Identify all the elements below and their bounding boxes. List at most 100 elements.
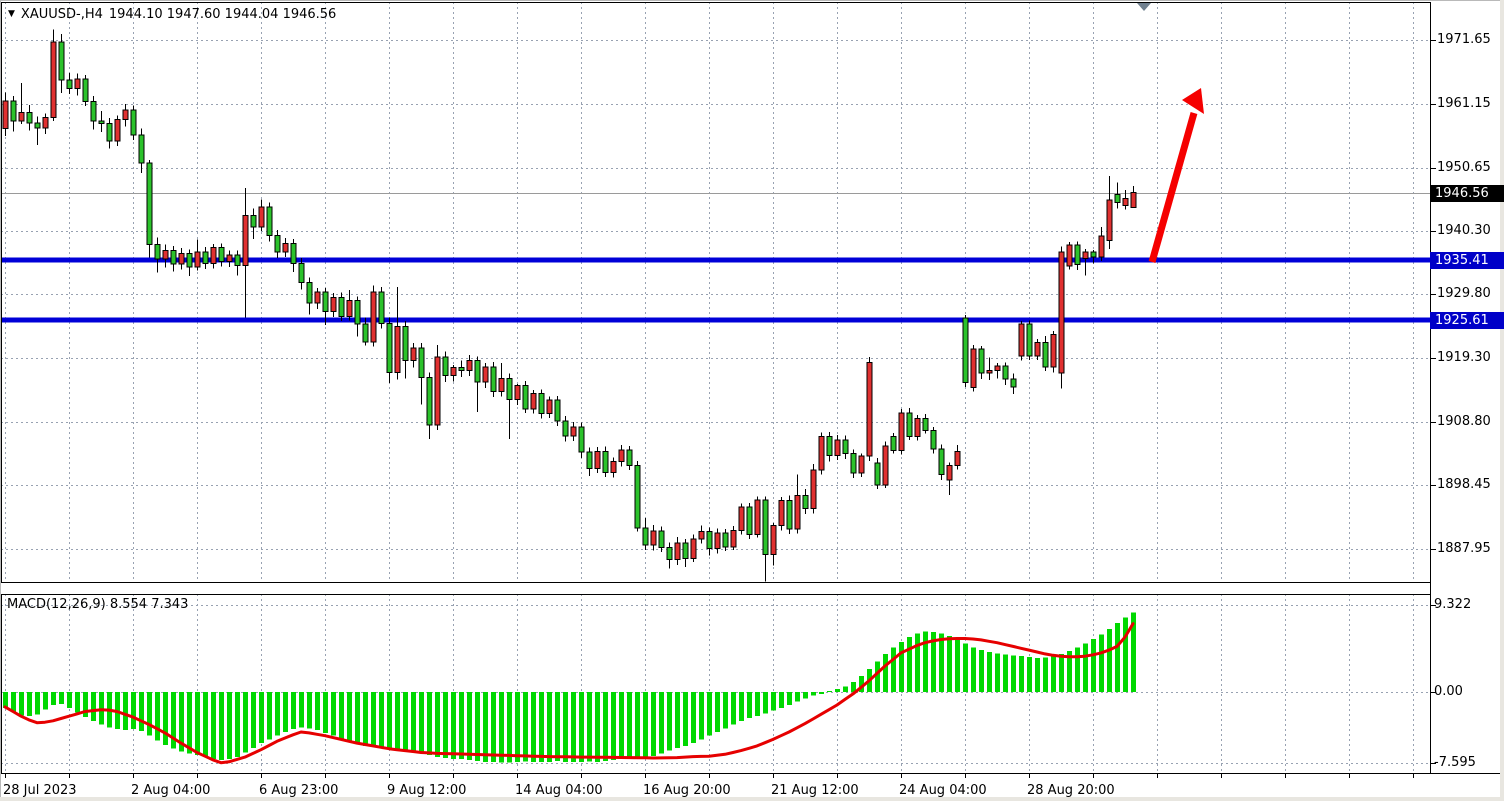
price-axis-label: 1898.45 xyxy=(1437,477,1491,493)
macd-histogram-bar xyxy=(275,692,280,736)
macd-histogram-bar xyxy=(459,692,464,759)
time-axis-label: 2 Aug 04:00 xyxy=(131,783,210,798)
candle-bull xyxy=(195,252,200,267)
candle-bear xyxy=(683,543,688,558)
time-axis-label: 9 Aug 12:00 xyxy=(387,783,466,798)
macd-histogram-bar xyxy=(403,692,408,752)
candle-bull xyxy=(795,496,800,529)
macd-axis-label: 0.00 xyxy=(1434,684,1463,700)
candle-bull xyxy=(19,113,24,122)
macd-histogram-bar xyxy=(755,692,760,716)
macd-indicator-label: MACD(12,26,9) 8.554 7.343 xyxy=(7,597,188,612)
candle-bull xyxy=(611,462,616,473)
candle-bull xyxy=(1123,198,1128,205)
macd-histogram-bar xyxy=(59,692,64,704)
macd-histogram-bar xyxy=(771,692,776,711)
candle-bull xyxy=(691,539,696,558)
macd-histogram-bar xyxy=(715,692,720,732)
price-axis-label: 1971.65 xyxy=(1437,32,1491,48)
time-axis-label: 6 Aug 23:00 xyxy=(259,783,338,798)
candle-bear xyxy=(843,440,848,454)
macd-histogram-bar xyxy=(579,692,584,762)
candle-bear xyxy=(491,367,496,392)
candle-bull xyxy=(1107,200,1112,240)
macd-histogram-bar xyxy=(3,692,8,708)
price-axis-label: 1950.65 xyxy=(1437,160,1491,176)
trend-arrow-head[interactable] xyxy=(1182,88,1204,114)
macd-histogram-bar xyxy=(411,692,416,752)
chart-canvas[interactable] xyxy=(0,0,1504,801)
level-price-tag-1935[interactable]: 1935.41 xyxy=(1430,252,1504,269)
macd-histogram-bar xyxy=(675,692,680,748)
macd-histogram-bar xyxy=(515,692,520,762)
candle-bear xyxy=(851,454,856,473)
macd-axis-label: 9.322 xyxy=(1434,597,1471,613)
trend-arrow-shaft[interactable] xyxy=(1152,113,1194,262)
candle-bull xyxy=(1131,193,1136,208)
candle-bear xyxy=(747,507,752,534)
candle-bear xyxy=(723,533,728,547)
macd-histogram-bar xyxy=(1019,656,1024,692)
macd-histogram-bar xyxy=(1059,654,1064,692)
macd-histogram-bar xyxy=(955,640,960,692)
candle-bull xyxy=(619,450,624,462)
collapse-ohlc-icon[interactable]: ▼ xyxy=(8,10,15,19)
candle-bull xyxy=(771,525,776,554)
candle-bull xyxy=(211,248,216,264)
candle-bull xyxy=(1083,252,1088,259)
candle-bull xyxy=(651,531,656,545)
candle-bull xyxy=(283,243,288,252)
candle-bear xyxy=(1115,195,1120,203)
macd-axis-label: -7.595 xyxy=(1434,755,1476,771)
candle-bear xyxy=(907,413,912,437)
candle-bear xyxy=(219,248,224,262)
macd-histogram-bar xyxy=(1107,629,1112,692)
macd-histogram-bar xyxy=(483,692,488,762)
macd-histogram-bar xyxy=(587,692,592,761)
macd-histogram-bar xyxy=(147,692,152,736)
macd-histogram-bar xyxy=(379,692,384,748)
macd-histogram-bar xyxy=(331,692,336,736)
macd-histogram-bar xyxy=(875,661,880,692)
candle-bear xyxy=(251,215,256,227)
macd-histogram-bar xyxy=(363,692,368,746)
macd-histogram-bar xyxy=(683,692,688,746)
candle-bear xyxy=(27,113,32,123)
candle-bear xyxy=(1003,366,1008,379)
macd-histogram-bar xyxy=(795,692,800,701)
candle-bull xyxy=(883,446,888,485)
macd-histogram-bar xyxy=(971,647,976,692)
macd-histogram-bar xyxy=(779,692,784,708)
macd-histogram-bar xyxy=(491,692,496,762)
candle-bull xyxy=(499,378,504,391)
macd-histogram-bar xyxy=(907,637,912,692)
candle-bull xyxy=(811,470,816,508)
candle-bear xyxy=(139,135,144,163)
macd-histogram-bar xyxy=(195,692,200,755)
macd-histogram-bar xyxy=(979,650,984,692)
candle-bear xyxy=(427,378,432,425)
macd-histogram-bar xyxy=(571,692,576,762)
scroll-to-end-marker-icon[interactable] xyxy=(1137,3,1151,11)
macd-histogram-bar xyxy=(651,692,656,756)
time-axis-label: 28 Jul 2023 xyxy=(3,783,77,798)
macd-histogram-bar xyxy=(1051,656,1056,692)
candle-bull xyxy=(259,207,264,227)
level-price-tag-1925[interactable]: 1925.61 xyxy=(1430,312,1504,329)
candle-bull xyxy=(411,348,416,361)
candle-bull xyxy=(571,427,576,436)
macd-histogram-bar xyxy=(883,654,888,692)
macd-histogram-bar xyxy=(1011,655,1016,692)
macd-histogram-bar xyxy=(547,692,552,762)
candle-bull xyxy=(227,255,232,262)
candle-bear xyxy=(307,282,312,303)
macd-histogram-bar xyxy=(155,692,160,740)
macd-histogram-bar xyxy=(299,692,304,727)
candle-bull xyxy=(3,101,8,128)
candle-bull xyxy=(715,533,720,549)
candle-bear xyxy=(579,427,584,452)
candle-bull xyxy=(51,42,56,117)
candle-bear xyxy=(267,207,272,236)
candle-bear xyxy=(827,437,832,456)
candle-bull xyxy=(987,370,992,372)
